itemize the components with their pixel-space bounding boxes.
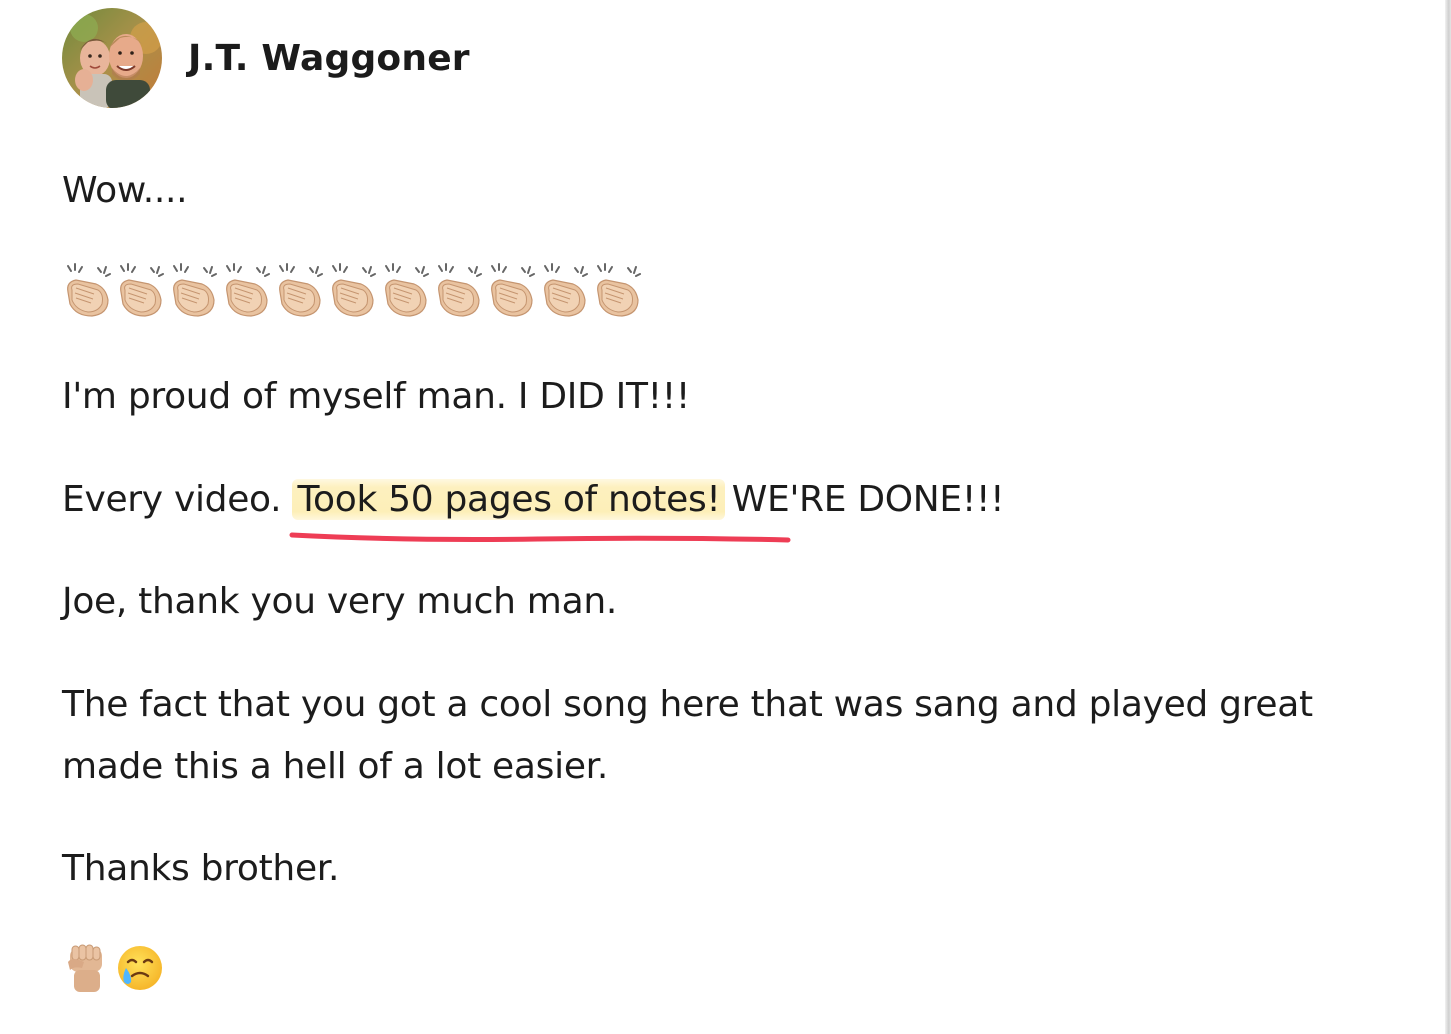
- highlighted-text: Took 50 pages of notes!: [292, 479, 725, 520]
- clapping-hands-icon: [332, 263, 376, 317]
- post-line-wow: Wow....: [62, 170, 188, 211]
- clapping-hands-icon: [491, 263, 535, 317]
- clapping-hands-icon: [597, 263, 641, 317]
- author-name[interactable]: J.T. Waggoner: [188, 38, 470, 79]
- window-edge: [1445, 0, 1451, 1034]
- final-emoji-row: [62, 942, 164, 994]
- avatar[interactable]: [62, 8, 162, 108]
- were-done-text: WE'RE DONE!!!: [720, 479, 1005, 520]
- post-line-every-video: Every video. Took 50 pages of notes! WE'…: [62, 469, 1005, 531]
- profile-photo-icon: [62, 8, 162, 108]
- raised-fist-icon: [68, 944, 102, 992]
- clapping-hands-icon: [385, 263, 429, 317]
- clapping-hands-icon: [438, 263, 482, 317]
- post-line-fact: The fact that you got a cool song here t…: [62, 684, 1313, 787]
- clap-emoji-row: [62, 262, 644, 322]
- clapping-hands-icon: [120, 263, 164, 317]
- red-underline-annotation: [289, 532, 791, 543]
- post-header: J.T. Waggoner: [62, 8, 470, 108]
- clapping-hands-icon: [544, 263, 588, 317]
- smiling-face-with-tear-icon: [118, 946, 162, 990]
- clapping-hands-icon: [279, 263, 323, 317]
- clapping-hands-icon: [226, 263, 270, 317]
- post-line-proud: I'm proud of myself man. I DID IT!!!: [62, 376, 691, 417]
- post-line-thanks-joe: Joe, thank you very much man.: [62, 581, 617, 622]
- clapping-hands-icon: [67, 263, 111, 317]
- clapping-hands-icon: [173, 263, 217, 317]
- post-line-thanks-brother: Thanks brother.: [62, 848, 340, 889]
- post-card: J.T. Waggoner Wow.... I'm proud of mysel…: [0, 0, 1451, 1034]
- every-video-text: Every video.: [62, 479, 293, 520]
